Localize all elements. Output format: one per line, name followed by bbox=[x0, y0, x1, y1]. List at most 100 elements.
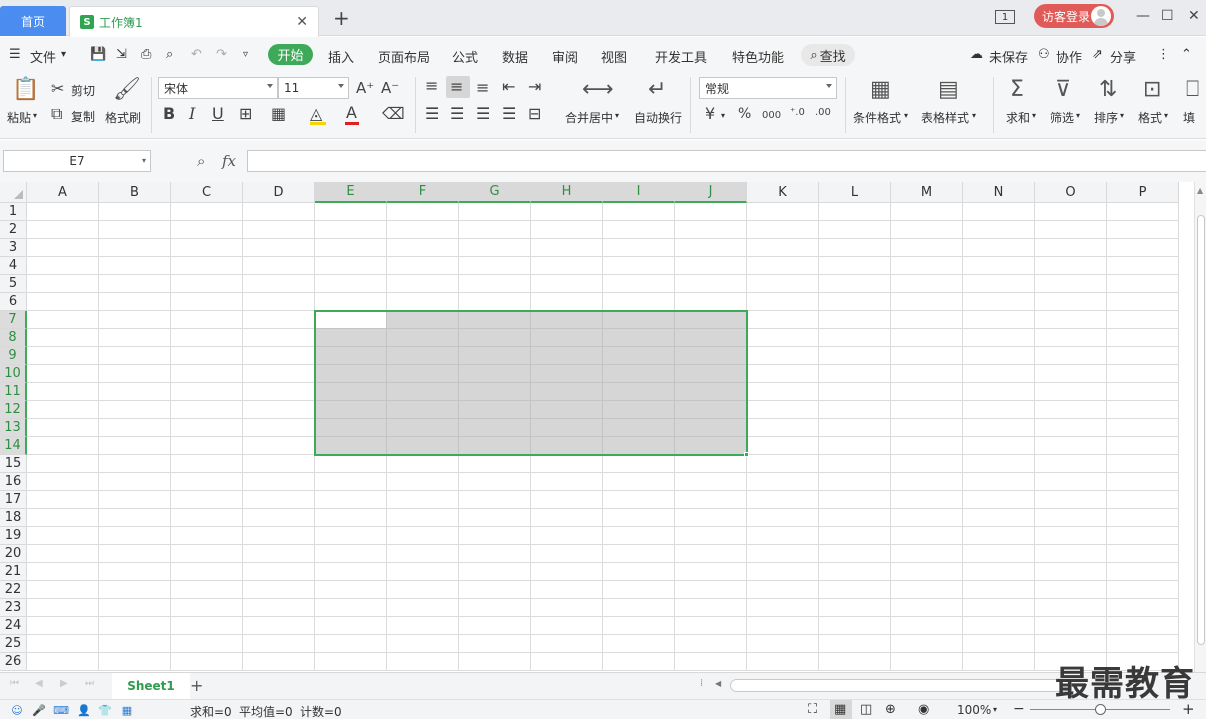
cell-K14[interactable] bbox=[747, 437, 819, 455]
cell-E5[interactable] bbox=[315, 275, 387, 293]
cell-C11[interactable] bbox=[171, 383, 243, 401]
cell-L1[interactable] bbox=[819, 203, 891, 221]
cell-K11[interactable] bbox=[747, 383, 819, 401]
cell-B25[interactable] bbox=[99, 635, 171, 653]
cell-K26[interactable] bbox=[747, 653, 819, 671]
cell-J8[interactable] bbox=[675, 329, 747, 347]
cell-C7[interactable] bbox=[171, 311, 243, 329]
cell-C23[interactable] bbox=[171, 599, 243, 617]
cell-L9[interactable] bbox=[819, 347, 891, 365]
cell-P24[interactable] bbox=[1107, 617, 1179, 635]
align-center-icon[interactable]: ☰ bbox=[450, 106, 464, 122]
cell-G17[interactable] bbox=[459, 491, 531, 509]
cell-B17[interactable] bbox=[99, 491, 171, 509]
cell-G26[interactable] bbox=[459, 653, 531, 671]
cell-C17[interactable] bbox=[171, 491, 243, 509]
cell-K7[interactable] bbox=[747, 311, 819, 329]
cell-P10[interactable] bbox=[1107, 365, 1179, 383]
cell-P8[interactable] bbox=[1107, 329, 1179, 347]
cell-D15[interactable] bbox=[243, 455, 315, 473]
cell-O10[interactable] bbox=[1035, 365, 1107, 383]
row-header-17[interactable]: 17 bbox=[0, 491, 27, 509]
row-header-3[interactable]: 3 bbox=[0, 239, 27, 257]
cell-K4[interactable] bbox=[747, 257, 819, 275]
cell-B4[interactable] bbox=[99, 257, 171, 275]
cell-H19[interactable] bbox=[531, 527, 603, 545]
cell-J16[interactable] bbox=[675, 473, 747, 491]
cell-F5[interactable] bbox=[387, 275, 459, 293]
paste-dropdown-icon[interactable]: ▾ bbox=[33, 111, 37, 120]
cell-D6[interactable] bbox=[243, 293, 315, 311]
cell-K25[interactable] bbox=[747, 635, 819, 653]
close-window-icon[interactable]: ✕ bbox=[1188, 8, 1200, 24]
row-header-25[interactable]: 25 bbox=[0, 635, 27, 653]
cell-O18[interactable] bbox=[1035, 509, 1107, 527]
cell-O24[interactable] bbox=[1035, 617, 1107, 635]
cell-F9[interactable] bbox=[387, 347, 459, 365]
first-sheet-icon[interactable]: ⏮ bbox=[10, 678, 19, 689]
cell-L12[interactable] bbox=[819, 401, 891, 419]
cond-format-dropdown-icon[interactable]: ▾ bbox=[904, 111, 908, 120]
column-header-F[interactable]: F bbox=[387, 182, 459, 203]
cell-K23[interactable] bbox=[747, 599, 819, 617]
cell-D3[interactable] bbox=[243, 239, 315, 257]
fill-icon[interactable]: ⎕ bbox=[1186, 79, 1199, 101]
cell-H7[interactable] bbox=[531, 311, 603, 329]
cell-H22[interactable] bbox=[531, 581, 603, 599]
cell-F26[interactable] bbox=[387, 653, 459, 671]
cell-D4[interactable] bbox=[243, 257, 315, 275]
cell-J22[interactable] bbox=[675, 581, 747, 599]
row-header-9[interactable]: 9 bbox=[0, 347, 27, 365]
cell-N18[interactable] bbox=[963, 509, 1035, 527]
cell-D16[interactable] bbox=[243, 473, 315, 491]
cell-H8[interactable] bbox=[531, 329, 603, 347]
emoji-icon[interactable]: ☺ bbox=[10, 703, 24, 717]
clear-format-icon[interactable]: ⌫ bbox=[382, 106, 405, 122]
cell-D13[interactable] bbox=[243, 419, 315, 437]
cell-C22[interactable] bbox=[171, 581, 243, 599]
cell-G8[interactable] bbox=[459, 329, 531, 347]
cell-I7[interactable] bbox=[603, 311, 675, 329]
cell-N15[interactable] bbox=[963, 455, 1035, 473]
cell-M12[interactable] bbox=[891, 401, 963, 419]
cell-M4[interactable] bbox=[891, 257, 963, 275]
share-button[interactable]: 分享 bbox=[1110, 47, 1136, 66]
cell-B3[interactable] bbox=[99, 239, 171, 257]
cell-L8[interactable] bbox=[819, 329, 891, 347]
row-header-14[interactable]: 14 bbox=[0, 437, 27, 455]
cell-E2[interactable] bbox=[315, 221, 387, 239]
cell-B7[interactable] bbox=[99, 311, 171, 329]
cell-M15[interactable] bbox=[891, 455, 963, 473]
cell-N26[interactable] bbox=[963, 653, 1035, 671]
cell-M7[interactable] bbox=[891, 311, 963, 329]
table-style-icon[interactable]: ▤ bbox=[938, 79, 959, 101]
cell-C15[interactable] bbox=[171, 455, 243, 473]
cell-C26[interactable] bbox=[171, 653, 243, 671]
cell-G20[interactable] bbox=[459, 545, 531, 563]
cell-B13[interactable] bbox=[99, 419, 171, 437]
cell-K17[interactable] bbox=[747, 491, 819, 509]
page-layout-view-icon[interactable]: ◫ bbox=[860, 702, 872, 717]
last-sheet-icon[interactable]: ⏭ bbox=[85, 678, 94, 689]
cell-D25[interactable] bbox=[243, 635, 315, 653]
merge-center-button[interactable]: 合并居中 bbox=[565, 109, 613, 126]
cell-L5[interactable] bbox=[819, 275, 891, 293]
cell-N1[interactable] bbox=[963, 203, 1035, 221]
next-sheet-icon[interactable]: ▶ bbox=[60, 678, 68, 689]
cell-F21[interactable] bbox=[387, 563, 459, 581]
cell-P21[interactable] bbox=[1107, 563, 1179, 581]
column-header-E[interactable]: E bbox=[315, 182, 387, 203]
collapse-ribbon-icon[interactable]: ⌃ bbox=[1181, 47, 1192, 62]
cell-H13[interactable] bbox=[531, 419, 603, 437]
cell-H14[interactable] bbox=[531, 437, 603, 455]
cell-N17[interactable] bbox=[963, 491, 1035, 509]
cell-H17[interactable] bbox=[531, 491, 603, 509]
spreadsheet-grid[interactable]: A B C D E F G H I J K L M N O P 1 2 3 4 5 6 7 8 9 10 11 12 13 14 15 16 1… bbox=[0, 182, 1194, 672]
cell-E25[interactable] bbox=[315, 635, 387, 653]
cell-A22[interactable] bbox=[27, 581, 99, 599]
cell-E20[interactable] bbox=[315, 545, 387, 563]
cell-G9[interactable] bbox=[459, 347, 531, 365]
cell-D8[interactable] bbox=[243, 329, 315, 347]
cell-I20[interactable] bbox=[603, 545, 675, 563]
cell-A14[interactable] bbox=[27, 437, 99, 455]
